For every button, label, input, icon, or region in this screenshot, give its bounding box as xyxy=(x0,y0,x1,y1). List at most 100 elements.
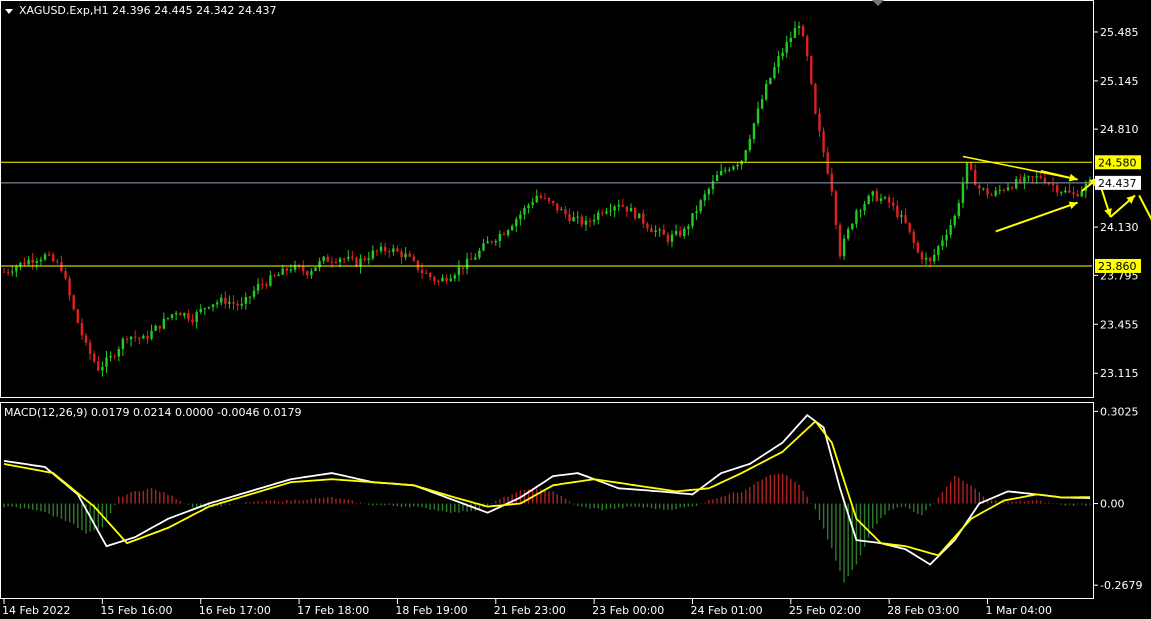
current-price-label: 24.437 xyxy=(1098,177,1137,190)
candle-body xyxy=(806,36,809,57)
candle-body xyxy=(982,188,985,190)
candle-body xyxy=(789,37,793,43)
candle-body xyxy=(412,256,416,261)
candle-body xyxy=(793,28,797,38)
candle-body xyxy=(715,175,719,181)
candle-body xyxy=(1031,176,1034,178)
candle-body xyxy=(138,337,141,339)
candle-body xyxy=(281,268,284,275)
candle-body xyxy=(183,313,186,316)
candle-body xyxy=(64,271,67,279)
candle-body xyxy=(560,209,563,211)
shift-marker-icon[interactable] xyxy=(872,0,884,6)
candle-body xyxy=(900,215,903,217)
candle-body xyxy=(265,284,268,286)
candle-body xyxy=(154,325,157,331)
candle-body xyxy=(625,206,629,212)
candle-body xyxy=(1080,191,1083,197)
candle-body xyxy=(765,83,768,100)
candle-body xyxy=(363,258,366,260)
candle-body xyxy=(609,210,612,212)
time-tick-label: 1 Mar 04:00 xyxy=(986,604,1052,617)
candle-body xyxy=(785,42,788,53)
candle-body xyxy=(748,138,752,151)
candle-body xyxy=(601,212,604,214)
candle-body xyxy=(396,248,399,252)
candle-body xyxy=(773,67,776,78)
candle-body xyxy=(535,195,538,203)
candle-body xyxy=(273,275,276,277)
candle-body xyxy=(195,312,198,323)
candle-body xyxy=(556,203,559,211)
price-tick-label: 24.130 xyxy=(1100,221,1139,234)
candle-body xyxy=(908,222,911,232)
candle-body xyxy=(39,259,43,262)
candle-body xyxy=(842,238,846,257)
time-tick-label: 24 Feb 01:00 xyxy=(690,604,762,617)
candle-body xyxy=(904,215,907,223)
candle-body xyxy=(400,251,403,258)
candle-body xyxy=(27,259,30,265)
candle-body xyxy=(1055,185,1059,193)
candle-body xyxy=(220,297,223,303)
time-tick-label: 23 Feb 00:00 xyxy=(592,604,664,617)
candle-body xyxy=(453,275,457,279)
candle-body xyxy=(658,229,661,231)
candle-body xyxy=(986,188,989,195)
candle-body xyxy=(437,280,440,282)
candle-body xyxy=(285,268,288,271)
candle-body xyxy=(912,231,915,243)
candle-body xyxy=(482,243,485,251)
macd-tick-label: 0.3025 xyxy=(1100,405,1139,418)
candle-body xyxy=(896,205,899,217)
candle-body xyxy=(1027,176,1030,178)
candle-body xyxy=(215,302,219,305)
candle-body xyxy=(662,229,665,235)
candle-body xyxy=(449,278,452,282)
macd-tick-label: -0.2679 xyxy=(1100,579,1142,592)
candle-body xyxy=(957,203,961,216)
candle-body xyxy=(2,271,6,273)
candle-body xyxy=(76,309,80,324)
candle-body xyxy=(56,261,59,263)
candle-body xyxy=(166,317,170,319)
candle-body xyxy=(486,241,489,244)
candle-body xyxy=(6,271,10,273)
candle-body xyxy=(121,338,125,350)
candle-body xyxy=(605,211,608,214)
candle-body xyxy=(408,253,411,257)
candle-body xyxy=(949,225,952,235)
candle-body xyxy=(60,262,63,272)
candle-body xyxy=(375,250,379,252)
candle-body xyxy=(937,246,940,255)
symbol-dropdown-icon[interactable] xyxy=(5,9,13,14)
chart-canvas[interactable]: 25.48525.14524.81024.13023.79523.45523.1… xyxy=(0,0,1151,619)
candle-body xyxy=(191,319,194,323)
candle-body xyxy=(429,273,432,278)
candle-body xyxy=(424,273,428,275)
candle-body xyxy=(11,271,14,273)
candle-body xyxy=(637,213,641,219)
candle-body xyxy=(994,190,997,196)
candle-body xyxy=(359,258,362,267)
candle-body xyxy=(1023,176,1026,183)
candle-body xyxy=(342,258,346,260)
candle-body xyxy=(515,219,518,227)
annotation-line xyxy=(1138,194,1151,221)
candle-body xyxy=(818,113,821,132)
candle-body xyxy=(433,277,436,281)
candle-body xyxy=(125,338,129,340)
candle-body xyxy=(838,224,842,257)
candle-body xyxy=(846,229,850,239)
candle-body xyxy=(998,189,1002,191)
candle-body xyxy=(43,254,47,260)
macd-signal-line xyxy=(3,419,1091,557)
time-tick-label: 14 Feb 2022 xyxy=(2,604,70,617)
candle-body xyxy=(1064,190,1067,193)
candle-body xyxy=(244,297,248,304)
candle-body xyxy=(371,250,375,259)
candle-body xyxy=(170,314,174,318)
candle-body xyxy=(35,261,39,264)
candle-body xyxy=(592,219,596,222)
candle-body xyxy=(1076,194,1079,197)
